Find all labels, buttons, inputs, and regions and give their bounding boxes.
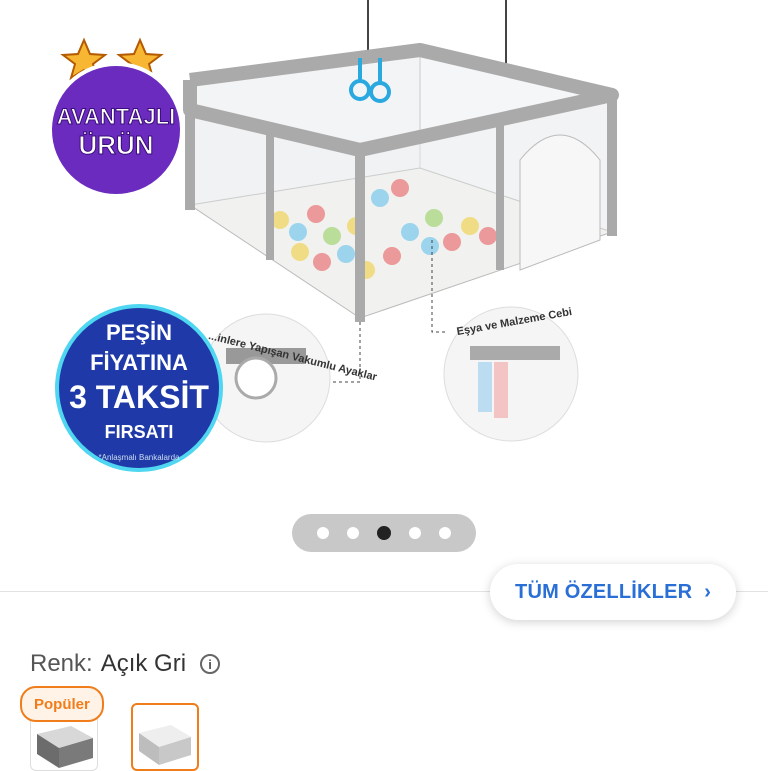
carousel-dot[interactable] [317, 527, 329, 539]
installment-line2: FİYATINA [90, 350, 188, 375]
installment-badge: PEŞİN FİYATINA 3 TAKSİT FIRSATI *Anlaşma… [50, 300, 228, 480]
info-icon[interactable]: i [200, 654, 221, 674]
all-features-button[interactable]: TÜM ÖZELLİKLER › [490, 564, 736, 620]
carousel-pagination [292, 514, 476, 552]
color-swatch-light-gray[interactable] [131, 703, 199, 771]
installment-line1: PEŞİN [106, 320, 172, 345]
carousel-dot[interactable] [409, 527, 421, 539]
color-label: Renk: [30, 650, 93, 677]
color-selector: Renk: Açık Gri i [30, 650, 221, 678]
installment-footnote: *Anlaşmalı Bankalarda [99, 453, 180, 462]
color-value: Açık Gri [100, 650, 187, 677]
advantage-line1: AVANTAJLI [57, 104, 176, 129]
carousel-dot[interactable] [347, 527, 359, 539]
carousel-dot[interactable] [439, 527, 451, 539]
chevron-right-icon: › [704, 580, 711, 603]
advantage-line2: ÜRÜN [78, 130, 153, 160]
product-gallery[interactable]: ...inlere Yapışan Vakumlu Ayaklar Eşya v… [0, 0, 768, 500]
installment-line3: 3 TAKSİT [69, 379, 209, 415]
popular-badge: Popüler [20, 686, 104, 722]
advantage-badge: AVANTAJLI ÜRÜN [20, 20, 216, 198]
all-features-label: TÜM ÖZELLİKLER [515, 580, 693, 603]
carousel-dot-active[interactable] [377, 526, 391, 540]
installment-line4: FIRSATI [105, 422, 174, 442]
